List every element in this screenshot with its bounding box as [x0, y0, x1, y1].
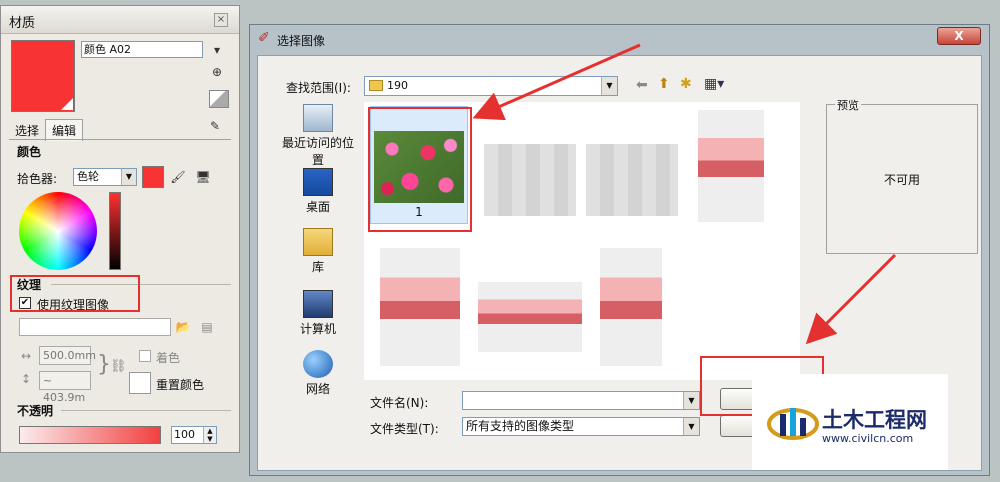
current-color-swatch[interactable] [142, 166, 164, 188]
annotation-box-file [368, 107, 472, 232]
color-wheel[interactable] [19, 192, 97, 270]
places-recent-label: 最近访问的位置 [281, 136, 354, 167]
opacity-value: 100 [174, 428, 195, 441]
opacity-divider [61, 410, 231, 411]
opacity-section-heading: 不透明 [17, 404, 54, 418]
chevron-down-icon: ▼ [121, 169, 136, 185]
chevron-down-icon: ▼ [683, 392, 699, 409]
panel-titlebar: 材质 × [1, 6, 239, 34]
desktop-icon [303, 168, 333, 196]
material-preview-swatch[interactable] [11, 40, 75, 112]
watermark-url: www.civilcn.com [822, 432, 914, 445]
colorize-checkbox[interactable] [139, 350, 151, 362]
look-in-value: 190 [387, 79, 408, 92]
default-material-icon[interactable] [209, 90, 229, 108]
recent-icon [303, 104, 333, 132]
texture-height-field[interactable]: ~ 403.9m [39, 371, 91, 404]
tab-select[interactable]: 选择 [9, 120, 45, 141]
file-item-blurred[interactable] [478, 282, 582, 352]
file-item-blurred[interactable] [586, 144, 678, 216]
link-chain-icon[interactable]: ⛓ [110, 359, 127, 374]
watermark-name: 土木工程网 [822, 408, 927, 432]
display-secondary-icon[interactable]: ▾ [209, 42, 225, 58]
texture-width-field[interactable]: 500.0mm [39, 346, 96, 365]
picker-label: 拾色器: [17, 172, 58, 186]
computer-icon [303, 290, 333, 318]
up-folder-icon[interactable]: ⬆ [658, 76, 670, 92]
chevron-down-icon: ▼ [601, 77, 617, 95]
height-arrow-icon: ↕ [21, 372, 32, 386]
filetype-value: 所有支持的图像类型 [466, 419, 575, 433]
places-recent[interactable]: 最近访问的位置 [278, 104, 358, 168]
places-network[interactable]: 网络 [278, 350, 358, 397]
filename-input[interactable]: ▼ [462, 391, 700, 410]
view-menu-icon[interactable]: ▦▾ [704, 76, 724, 92]
opacity-spinner-icon[interactable]: ▲ ▼ [203, 427, 216, 443]
pencil-icon: ✐ [258, 30, 270, 46]
places-computer[interactable]: 计算机 [278, 290, 358, 337]
create-material-icon[interactable]: ⊕ [209, 64, 225, 80]
watermark-logo-icon [767, 408, 819, 440]
chevron-down-icon: ▼ [683, 418, 699, 435]
panel-tabs: 选择 编辑 [9, 119, 84, 141]
link-bracket-icon: } [97, 352, 111, 377]
library-icon [303, 228, 333, 256]
materials-panel: 材质 × 颜色 A02 ▾ ⊕ 选择 编辑 ✎ 颜色 拾色器: 色轮 ▼ 🖌 🖥 … [0, 5, 240, 453]
material-name-field[interactable]: 颜色 A02 [81, 41, 203, 58]
dialog-close-button[interactable]: X [937, 27, 981, 45]
colorize-label: 着色 [156, 351, 181, 365]
new-folder-icon[interactable]: ✱ [680, 76, 692, 92]
look-in-label: 查找范围(I): [286, 81, 351, 95]
watermark: 土木工程网 www.civilcn.com [752, 374, 948, 470]
file-item-blurred[interactable] [600, 248, 662, 366]
filename-label: 文件名(N): [370, 396, 429, 410]
network-icon [303, 350, 333, 378]
opacity-slider[interactable] [19, 426, 161, 444]
places-library[interactable]: 库 [278, 228, 358, 275]
dialog-title: 选择图像 [277, 34, 326, 48]
tab-edit[interactable]: 编辑 [45, 119, 84, 141]
preview-box: 预览 不可用 [826, 97, 978, 254]
tab-divider [9, 139, 231, 140]
brightness-slider[interactable] [109, 192, 121, 270]
opacity-input[interactable]: 100 ▲ ▼ [171, 426, 217, 444]
match-color-model-icon[interactable]: 🖌 [170, 169, 186, 185]
folder-icon [369, 80, 383, 91]
annotation-box-texture [10, 275, 140, 312]
file-item-blurred[interactable] [698, 110, 764, 222]
picker-dropdown[interactable]: 色轮 ▼ [73, 168, 137, 186]
filetype-dropdown[interactable]: 所有支持的图像类型 ▼ [462, 417, 700, 436]
back-icon[interactable]: ⬅ [636, 77, 648, 93]
reset-color-swatch[interactable] [129, 372, 151, 394]
places-desktop-label: 桌面 [305, 200, 330, 214]
panel-title: 材质 [9, 16, 36, 31]
match-color-screen-icon[interactable]: 🖥 [195, 169, 211, 185]
places-network-label: 网络 [305, 382, 330, 396]
file-item-blurred[interactable] [484, 144, 576, 216]
preview-label: 预览 [835, 97, 861, 113]
browse-folder-icon[interactable]: 📂 [175, 319, 191, 335]
places-desktop[interactable]: 桌面 [278, 168, 358, 215]
filetype-label: 文件类型(T): [370, 422, 439, 436]
look-in-dropdown[interactable]: 190 ▼ [364, 76, 618, 96]
preview-unavailable: 不可用 [883, 173, 920, 187]
places-library-label: 库 [311, 260, 324, 274]
texture-path-field[interactable] [19, 318, 171, 336]
reset-color-label[interactable]: 重置颜色 [156, 376, 204, 393]
panel-close-button[interactable]: × [214, 13, 228, 27]
color-section-heading: 颜色 [17, 145, 42, 159]
width-arrow-icon: ↔ [21, 349, 32, 363]
edit-texture-icon: ▤ [201, 320, 213, 334]
sample-paint-icon[interactable]: ✎ [207, 118, 223, 134]
picker-value: 色轮 [77, 170, 99, 183]
dialog-titlebar: ✐ 选择图像 X [250, 25, 989, 53]
places-computer-label: 计算机 [299, 322, 336, 336]
file-item-blurred[interactable] [380, 248, 460, 366]
